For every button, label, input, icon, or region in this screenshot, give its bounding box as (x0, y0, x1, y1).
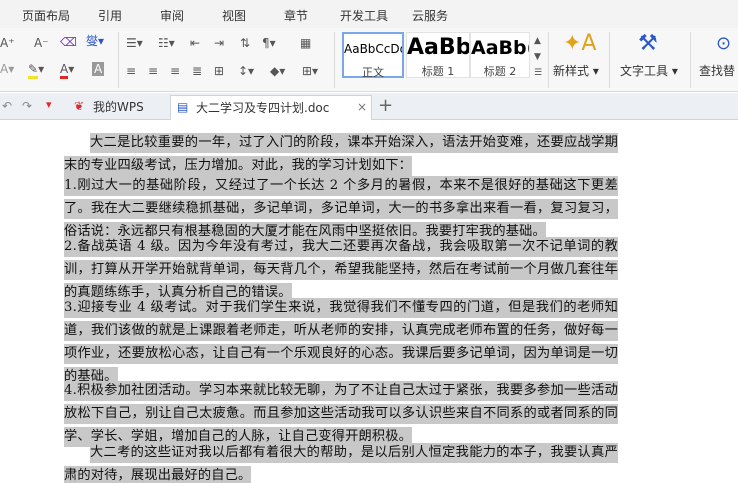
paragraph-text: 4.积极参加社团活动。学习本来就比较无聊，为了不让自己太过于紧张，我要多参加一些… (64, 383, 618, 444)
close-tab-icon[interactable]: × (357, 100, 367, 114)
paragraph-item-3: 3.迎接专业 4 级考试。对于我们学生来说，我觉得我们不懂专四的门道，但是我们的… (64, 296, 618, 388)
tab-document[interactable]: ▤ 大二学习及专四计划.doc × (170, 95, 372, 120)
pin-icon[interactable]: ▾ (46, 98, 52, 112)
paragraph-text: 大二考的这些证对我以后都有着很大的帮助，是以后别人恒定我能力的本子，我要认真严肃… (64, 445, 618, 483)
divider (548, 32, 549, 88)
style-normal[interactable]: AaBbCcDd 正文 (342, 32, 404, 79)
highlight-color-icon[interactable]: ✎▾ (28, 62, 44, 79)
style-label: 标题 2 (483, 65, 517, 78)
menu-bar: 页面布局 引用 审阅 视图 章节 开发工具 云服务 (0, 0, 738, 28)
menu-review[interactable]: 审阅 (160, 7, 184, 24)
menu-cloud-services[interactable]: 云服务 (412, 7, 448, 24)
numbered-list-icon[interactable]: ☷▾ (158, 36, 175, 50)
word-doc-icon: ▤ (177, 100, 189, 114)
divider (690, 32, 691, 88)
text-tools-button[interactable]: 文字工具 ▾ (620, 64, 678, 78)
tab-document-label: 大二学习及专四计划.doc (196, 101, 330, 115)
style-label: 正文 (362, 66, 384, 79)
paragraph-conclusion: 大二考的这些证对我以后都有着很大的帮助，是以后别人恒定我能力的本子，我要认真严肃… (64, 441, 618, 483)
align-right-icon[interactable]: ≡ (170, 64, 180, 78)
font-color-icon[interactable]: A▾ (60, 62, 74, 79)
decrease-indent-icon[interactable]: ⇤ (190, 36, 200, 50)
divider (609, 32, 610, 88)
bullet-list-icon[interactable]: ☰▾ (126, 36, 143, 50)
new-tab-icon[interactable]: + (378, 96, 393, 116)
paragraph-text: 大二是比较重要的一年，过了入门的阶段，课本开始深入，语法开始变难，还要应战学期末… (64, 135, 618, 173)
wps-logo-icon: ❦ (74, 99, 85, 113)
style-gallery-up-icon[interactable]: ▲ (534, 34, 541, 48)
distribute-icon[interactable]: ⊞ (214, 64, 224, 78)
font-grow-icon[interactable]: A⁺ (0, 36, 15, 50)
forward-icon[interactable]: ↷ (22, 99, 32, 113)
new-style-button[interactable]: 新样式 ▾ (553, 64, 599, 78)
menu-chapter[interactable]: 章节 (284, 7, 308, 24)
menu-view[interactable]: 视图 (222, 7, 246, 24)
menu-references[interactable]: 引用 (98, 7, 122, 24)
style-gallery-more-icon[interactable]: ☰ (534, 66, 542, 80)
document-tab-bar: ↶ ↷ ▾ ❦ 我的WPS ▤ 大二学习及专四计划.doc × + (0, 93, 738, 120)
style-heading-2[interactable]: AaBb( 标题 2 (470, 32, 530, 78)
paragraph-text: 3.迎接专业 4 级考试。对于我们学生来说，我觉得我们不懂专四的门道，但是我们的… (64, 300, 618, 384)
menu-page-layout[interactable]: 页面布局 (22, 7, 70, 24)
style-sample-text: AaBbCcDd (344, 42, 402, 56)
paragraph-item-2: 2.备战英语 4 级。因为今年没有考过，我大二还要再次备战，我会吸取第一次不记单… (64, 235, 618, 304)
paragraph-text: 2.备战英语 4 级。因为今年没有考过，我大二还要再次备战，我会吸取第一次不记单… (64, 239, 618, 300)
style-heading-1[interactable]: AaBb 标题 1 (406, 32, 470, 78)
table-grid-icon[interactable]: ▦ (300, 36, 311, 50)
text-effect-icon[interactable]: A▾ (0, 62, 14, 76)
new-style-label: 新样式 (553, 64, 590, 78)
style-sample-text: AaBb (407, 35, 469, 60)
paragraph-item-4: 4.积极参加社团活动。学习本来就比较无聊，为了不让自己太过于紧张，我要多参加一些… (64, 379, 618, 448)
increase-indent-icon[interactable]: ⇥ (214, 36, 224, 50)
style-sample-text: AaBb( (471, 37, 529, 59)
char-shading-icon[interactable]: A (92, 62, 105, 76)
pinyin-guide-icon[interactable]: 燮▾ (86, 34, 104, 48)
line-spacing-icon[interactable]: ↕▾ (238, 64, 254, 78)
new-style-icon[interactable]: ✦A (563, 32, 596, 56)
tab-my-wps[interactable]: ❦ 我的WPS (60, 95, 168, 120)
justify-icon[interactable]: ≣ (192, 64, 202, 78)
align-center-icon[interactable]: ≡ (148, 64, 158, 78)
document-canvas[interactable]: 大二是比较重要的一年，过了入门的阶段，课本开始深入，语法开始变难，还要应战学期末… (0, 121, 738, 483)
find-replace-button[interactable]: 查找替 (699, 64, 735, 78)
paragraph-intro: 大二是比较重要的一年，过了入门的阶段，课本开始深入，语法开始变难，还要应战学期末… (64, 131, 618, 177)
sort-icon[interactable]: ⇅ (240, 36, 250, 50)
style-gallery-down-icon[interactable]: ▼ (534, 50, 541, 64)
text-tools-icon[interactable]: ⚒ (638, 32, 658, 56)
text-tools-label: 文字工具 (620, 64, 669, 78)
paragraph-item-1: 1.刚过大一的基础阶段，又经过了一个长达 2 个多月的暑假，本来不是很好的基础这… (64, 174, 618, 243)
style-label: 标题 1 (421, 65, 455, 78)
shading-icon[interactable]: ◆▾ (270, 64, 285, 78)
tab-my-wps-label: 我的WPS (93, 100, 144, 114)
borders-icon[interactable]: ⊞▾ (302, 64, 318, 78)
divider (118, 32, 119, 88)
paragraph-text: 1.刚过大一的基础阶段，又经过了一个长达 2 个多月的暑假，本来不是很好的基础这… (64, 178, 618, 239)
back-icon[interactable]: ↶ (2, 99, 12, 113)
clear-format-icon[interactable]: ⌫ (60, 35, 77, 49)
ribbon-toolbar: A⁺ A⁻ ⌫ 燮▾ A▾ ✎▾ A▾ A ☰▾ ☷▾ ⇤ ⇥ ⇅ ¶▾ ▦ ≡… (0, 28, 738, 92)
font-shrink-icon[interactable]: A⁻ (34, 36, 49, 50)
align-left-icon[interactable]: ≡ (126, 64, 136, 78)
show-marks-icon[interactable]: ¶▾ (262, 36, 276, 50)
menu-developer-tools[interactable]: 开发工具 (340, 7, 388, 24)
find-replace-icon[interactable]: ⊙ (716, 34, 731, 54)
divider (334, 32, 335, 88)
